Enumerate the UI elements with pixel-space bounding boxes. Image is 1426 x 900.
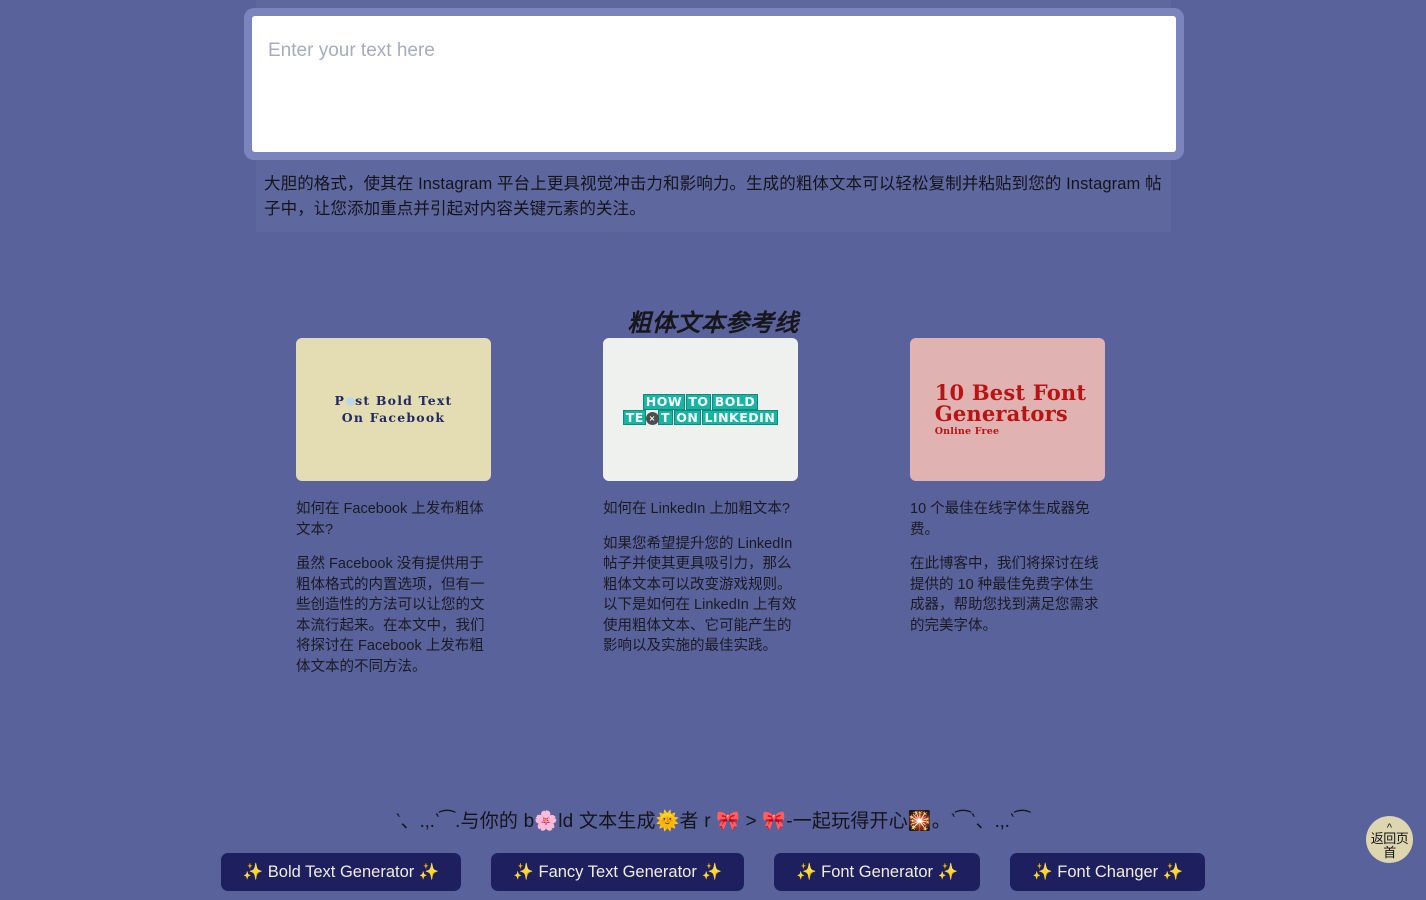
- linkedin-thumbnail[interactable]: HOWTOBOLD TE×TONLINKEDIN: [603, 338, 798, 481]
- fancy-text-generator-button[interactable]: ✨ Fancy Text Generator ✨: [491, 853, 744, 891]
- fg-thumb-line3: Online Free: [935, 426, 1087, 437]
- section-heading: 粗体文本参考线: [0, 303, 1426, 338]
- card-body: 如果您希望提升您的 LinkedIn 帖子并使其更具吸引力，那么粗体文本可以改变…: [603, 534, 798, 657]
- card-title[interactable]: 10 个最佳在线字体生成器免费。: [910, 499, 1105, 540]
- fg-thumb-line1: 10 Best Font: [935, 382, 1087, 403]
- card-title[interactable]: 如何在 Facebook 上发布粗体文本?: [296, 499, 491, 540]
- fb-thumb-line1-b: st Bold Text: [355, 393, 452, 408]
- fb-thumb-line2: On Facebook: [342, 410, 445, 425]
- article-card[interactable]: Pst Bold Text On Facebook 如何在 Facebook 上…: [296, 338, 491, 678]
- li-chip: ON: [674, 410, 701, 426]
- li-chip: BOLD: [712, 394, 758, 410]
- card-body: 虽然 Facebook 没有提供用于粗体格式的内置选项，但有一些创造性的方法可以…: [296, 554, 491, 677]
- facebook-thumbnail[interactable]: Pst Bold Text On Facebook: [296, 338, 491, 481]
- li-chip: LINKEDIN: [702, 410, 778, 426]
- facebook-thumbnail-text: Pst Bold Text On Facebook: [335, 393, 453, 427]
- article-card[interactable]: 10 Best Font Generators Online Free 10 个…: [910, 338, 1105, 678]
- li-chip: TO: [686, 394, 711, 410]
- li-chip: T: [658, 410, 672, 426]
- card-title[interactable]: 如何在 LinkedIn 上加粗文本?: [603, 499, 798, 520]
- back-to-top-label: 返回页首: [1366, 832, 1413, 859]
- footer-decoration-text: ‵、.‚.‵⁀.与你的 b🌸ld 文本生成🌞者 r 🎀 > 🎀-一起玩得开心🎇。…: [0, 806, 1426, 833]
- fg-thumb-line2: Generators: [935, 403, 1087, 424]
- intro-paragraph: 大胆的格式，使其在 Instagram 平台上更具视觉冲击力和影响力。生成的粗体…: [264, 172, 1162, 222]
- circle-icon: [346, 397, 355, 406]
- li-chip: TE: [623, 410, 646, 426]
- card-body: 在此博客中，我们将探讨在线提供的 10 种最佳免费字体生成器，帮助您找到满足您需…: [910, 554, 1105, 636]
- article-card[interactable]: HOWTOBOLD TE×TONLINKEDIN 如何在 LinkedIn 上加…: [603, 338, 798, 678]
- back-to-top-button[interactable]: ^ 返回页首: [1366, 816, 1413, 863]
- font-generators-thumbnail-text: 10 Best Font Generators Online Free: [929, 382, 1087, 438]
- bold-text-generator-button[interactable]: ✨ Bold Text Generator ✨: [221, 853, 462, 891]
- footer-button-row: ✨ Bold Text Generator ✨ ✨ Fancy Text Gen…: [0, 853, 1426, 891]
- font-changer-button[interactable]: ✨ Font Changer ✨: [1010, 853, 1205, 891]
- linkedin-thumbnail-text: HOWTOBOLD TE×TONLINKEDIN: [623, 394, 779, 425]
- li-thumb-row2: TE×TONLINKEDIN: [623, 410, 779, 426]
- li-thumb-row1: HOWTOBOLD: [623, 394, 779, 410]
- font-generator-button[interactable]: ✨ Font Generator ✨: [774, 853, 980, 891]
- page-root: 大胆的格式，使其在 Instagram 平台上更具视觉冲击力和影响力。生成的粗体…: [0, 0, 1426, 900]
- font-generators-thumbnail[interactable]: 10 Best Font Generators Online Free: [910, 338, 1105, 481]
- li-chip: HOW: [643, 394, 684, 410]
- text-input[interactable]: [252, 16, 1176, 152]
- article-card-list: Pst Bold Text On Facebook 如何在 Facebook 上…: [296, 338, 1136, 678]
- fb-thumb-line1-a: P: [335, 393, 346, 408]
- close-circle-icon: ×: [646, 412, 659, 425]
- text-editor-container: [244, 8, 1184, 160]
